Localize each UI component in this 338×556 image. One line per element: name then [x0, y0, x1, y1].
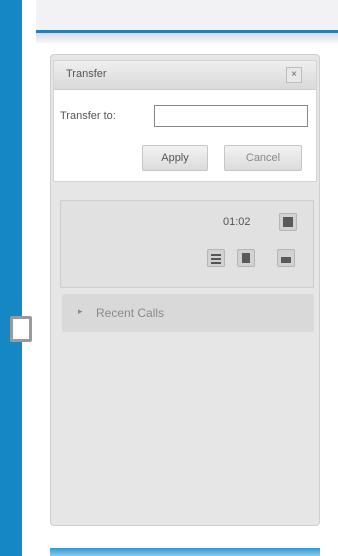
hold-glyph-bottom — [211, 262, 221, 264]
top-strip-shadow — [36, 33, 338, 43]
transfer-dialog: Transfer × Transfer to: Apply Cancel — [53, 60, 317, 182]
keypad-icon[interactable] — [277, 249, 295, 267]
hold-glyph-middle — [211, 258, 221, 260]
apply-button[interactable]: Apply — [142, 145, 208, 171]
bottom-frame-strip — [50, 548, 320, 556]
hangup-glyph — [283, 217, 293, 227]
hold-glyph-top — [211, 254, 221, 256]
recent-calls-label: Recent Calls — [96, 306, 165, 320]
transfer-dialog-title: Transfer — [66, 68, 107, 80]
top-content-strip — [36, 0, 338, 33]
hold-icon[interactable] — [207, 249, 225, 267]
chevron-right-icon: ▸ — [78, 306, 83, 316]
transfer-dialog-header: Transfer × — [54, 61, 316, 90]
recent-calls-header[interactable]: ▸ Recent Calls — [62, 294, 314, 332]
left-frame-gap — [22, 0, 36, 556]
panel-collapse-handle[interactable] — [10, 316, 32, 342]
transfer-to-label: Transfer to: — [60, 110, 116, 122]
transfer-to-input[interactable] — [154, 105, 308, 127]
cancel-button[interactable]: Cancel — [224, 145, 302, 171]
left-frame-bar — [0, 0, 22, 556]
hangup-icon[interactable] — [279, 213, 297, 231]
call-timer: 01:02 — [223, 216, 251, 228]
close-icon[interactable]: × — [286, 67, 302, 83]
transfer-icon[interactable] — [237, 249, 255, 267]
keypad-glyph — [281, 257, 291, 263]
call-controls-section: 01:02 — [60, 200, 314, 288]
transfer-glyph — [242, 253, 250, 263]
